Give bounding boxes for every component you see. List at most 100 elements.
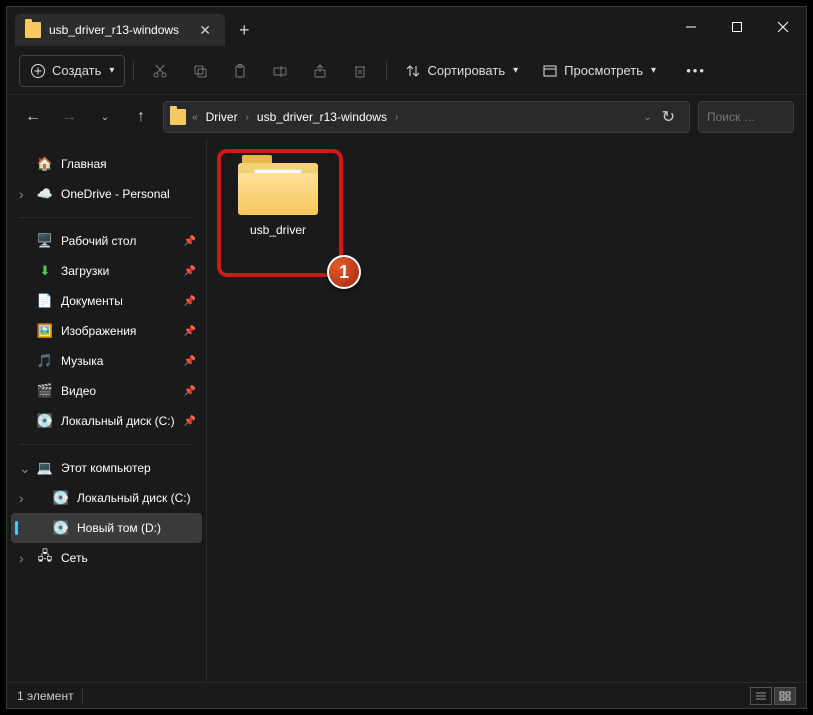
content-pane[interactable]: usb_driver 1 (207, 139, 806, 682)
sidebar-item-network[interactable]: 🖧 Сеть (7, 543, 206, 573)
item-grid: usb_driver (223, 155, 790, 237)
body: 🏠Главная ☁️ OneDrive - Personal 🖥️ Рабочий… (7, 139, 806, 682)
download-icon: ⬇ (37, 263, 53, 279)
refresh-icon[interactable]: ↻ (662, 107, 675, 127)
sidebar-item-desktop[interactable]: 🖥️ Рабочий стол 📌 (7, 226, 206, 256)
recent-chevron[interactable]: ⌄ (91, 103, 119, 131)
sidebar-item-music[interactable]: 🎵Музыка📌 (7, 346, 206, 376)
close-tab-icon[interactable]: ✕ (195, 22, 215, 39)
music-icon: 🎵 (37, 353, 53, 369)
sidebar-item-pictures[interactable]: 🖼️ Изображения 📌 (7, 316, 206, 346)
chevron-right-icon: › (395, 112, 398, 123)
forward-button[interactable]: → (55, 103, 83, 131)
sidebar-item-home[interactable]: 🏠Главная (7, 149, 206, 179)
drive-icon: 💽 (53, 520, 69, 536)
sidebar-item-documents[interactable]: 📄Документы📌 (7, 286, 206, 316)
view-label: Просмотреть (564, 63, 643, 78)
share-button[interactable] (302, 55, 338, 87)
sidebar-item-new-volume-d[interactable]: 💽 Новый том (D:) (11, 513, 202, 543)
new-tab-button[interactable]: + (239, 20, 250, 41)
sort-label: Сортировать (427, 63, 505, 78)
sidebar-label: Изображения (61, 324, 136, 338)
paste-button[interactable] (222, 55, 258, 87)
sidebar-label: Локальный диск (C:) (61, 414, 175, 428)
callout-number: 1 (339, 262, 349, 283)
status-item-count: 1 элемент (17, 689, 74, 703)
create-button[interactable]: Создать ▾ (19, 55, 125, 87)
network-icon: 🖧 (37, 550, 53, 566)
toolbar: Создать ▾ Сортировать ▾ Просмотреть ▾ ••… (7, 47, 806, 95)
chevron-left-icon: « (192, 112, 198, 123)
breadcrumb[interactable]: « Driver › usb_driver_r13-windows › ⌄ ↻ (163, 101, 690, 133)
tab-active[interactable]: usb_driver_r13-windows ✕ (15, 14, 225, 46)
drive-icon: 💽 (53, 490, 69, 506)
sidebar-label: Сеть (61, 551, 88, 565)
video-icon: 🎬 (37, 383, 53, 399)
sidebar-label: Видео (61, 384, 96, 398)
sidebar-item-onedrive[interactable]: ☁️ OneDrive - Personal (7, 179, 206, 209)
pin-icon: 📌 (184, 416, 196, 427)
separator (133, 61, 134, 81)
pin-icon: 📌 (184, 296, 196, 307)
create-label: Создать (52, 63, 101, 78)
separator (386, 61, 387, 81)
sidebar-label: Музыка (61, 354, 103, 368)
folder-icon (238, 155, 318, 215)
chevron-down-icon: ▾ (513, 65, 518, 76)
explorer-window: usb_driver_r13-windows ✕ + Создать ▾ Сор… (6, 6, 807, 709)
minimize-button[interactable] (668, 7, 714, 47)
back-button[interactable]: ← (19, 103, 47, 131)
sidebar-label: Загрузки (61, 264, 109, 278)
picture-icon: 🖼️ (37, 323, 53, 339)
search-box[interactable] (698, 101, 794, 133)
document-icon: 📄 (37, 293, 53, 309)
sidebar: 🏠Главная ☁️ OneDrive - Personal 🖥️ Рабочий… (7, 139, 207, 682)
sidebar-item-videos[interactable]: 🎬 Видео 📌 (7, 376, 206, 406)
view-button[interactable]: Просмотреть ▾ (532, 55, 666, 87)
copy-button[interactable] (182, 55, 218, 87)
maximize-button[interactable] (714, 7, 760, 47)
chevron-down-icon[interactable]: ⌄ (643, 112, 651, 123)
annotation-callout-1: 1 (327, 255, 361, 289)
rename-button[interactable] (262, 55, 298, 87)
chevron-right-icon: › (246, 112, 249, 123)
separator (82, 689, 83, 703)
view-details-button[interactable] (750, 687, 772, 705)
sidebar-item-downloads[interactable]: ⬇ Загрузки 📌 (7, 256, 206, 286)
pin-icon: 📌 (184, 236, 196, 247)
address-bar-row: ← → ⌄ ↑ « Driver › usb_driver_r13-window… (7, 95, 806, 139)
cut-button[interactable] (142, 55, 178, 87)
folder-item-usb-driver[interactable]: usb_driver (223, 155, 333, 237)
sidebar-label: OneDrive - Personal (61, 187, 170, 201)
chevron-down-icon: ▾ (651, 65, 656, 76)
sidebar-label: Рабочий стол (61, 234, 136, 248)
pin-icon: 📌 (184, 326, 196, 337)
sort-button[interactable]: Сортировать ▾ (395, 55, 528, 87)
sidebar-item-local-c-2[interactable]: 💽 Локальный диск (C:) (7, 483, 206, 513)
pin-icon: 📌 (184, 386, 196, 397)
breadcrumb-seg-current[interactable]: usb_driver_r13-windows (253, 110, 391, 124)
pin-icon: 📌 (184, 266, 196, 277)
sidebar-label: Новый том (D:) (77, 521, 161, 535)
sidebar-item-this-pc[interactable]: 💻Этот компьютер (7, 453, 206, 483)
sidebar-label: Локальный диск (C:) (77, 491, 191, 505)
view-switcher (750, 687, 796, 705)
desktop-icon: 🖥️ (37, 233, 53, 249)
up-button[interactable]: ↑ (127, 103, 155, 131)
more-button[interactable]: ••• (678, 55, 714, 87)
breadcrumb-seg-driver[interactable]: Driver (202, 110, 242, 124)
view-icons-button[interactable] (774, 687, 796, 705)
drive-icon: 💽 (37, 413, 53, 429)
search-input[interactable] (707, 110, 785, 124)
close-window-button[interactable] (760, 7, 806, 47)
tab-title: usb_driver_r13-windows (49, 23, 195, 37)
window-controls (668, 7, 806, 47)
folder-icon (170, 109, 186, 125)
sidebar-item-local-c[interactable]: 💽 Локальный диск (C:) 📌 (7, 406, 206, 436)
separator (19, 444, 194, 445)
status-bar: 1 элемент (7, 682, 806, 708)
pc-icon: 💻 (37, 460, 53, 476)
delete-button[interactable] (342, 55, 378, 87)
cloud-icon: ☁️ (37, 186, 53, 202)
folder-label: usb_driver (250, 223, 306, 237)
